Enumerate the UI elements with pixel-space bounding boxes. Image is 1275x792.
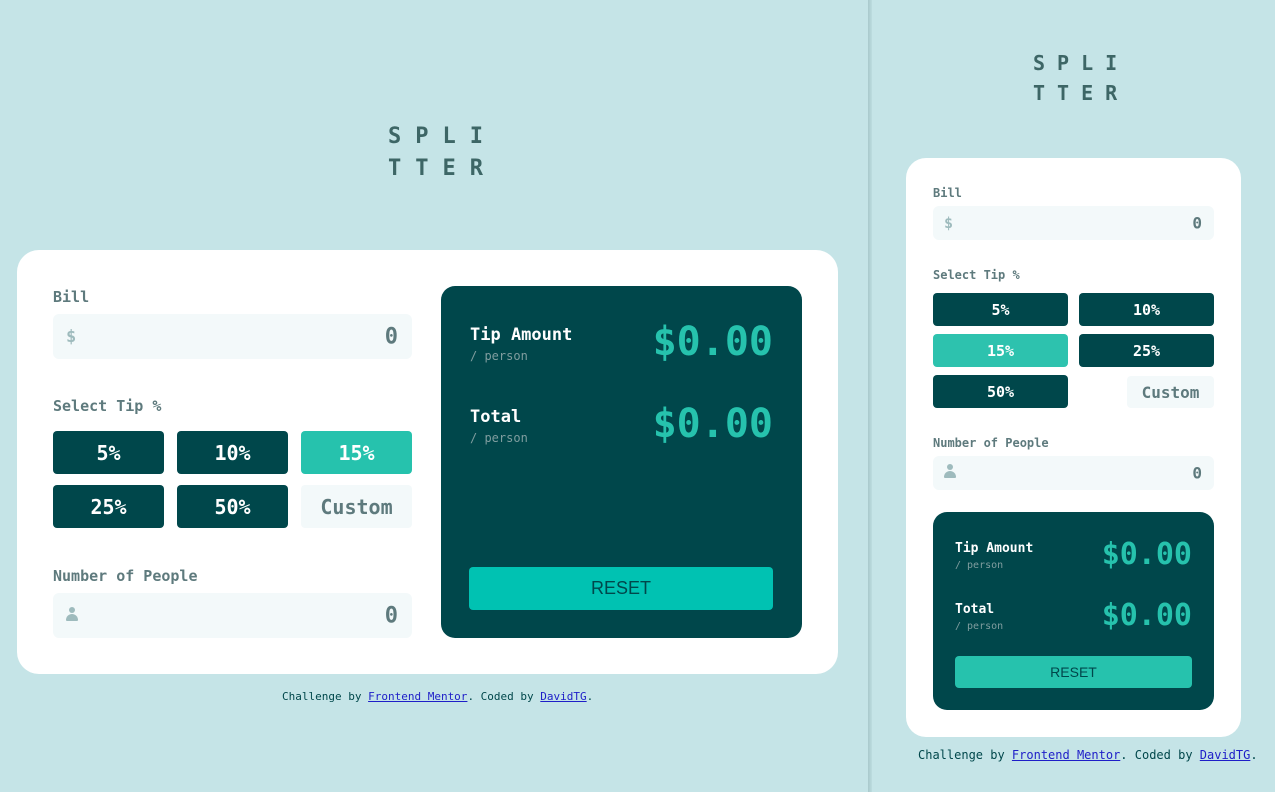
bill-label: Bill <box>933 186 962 200</box>
dollar-icon: $ <box>944 214 954 232</box>
bill-input[interactable]: $ 0 <box>933 206 1214 240</box>
result-panel: Tip Amount / person $0.00 Total / person… <box>441 286 802 638</box>
bill-input[interactable]: $ 0 <box>53 314 412 359</box>
total-sub: / person <box>955 621 1004 632</box>
tip-button-10[interactable]: 10% <box>177 431 288 474</box>
logo-line-2: TTER <box>388 156 497 181</box>
tip-amount-sub: / person <box>955 560 1004 571</box>
bill-label: Bill <box>53 288 90 306</box>
attribution-prefix: Challenge by <box>918 748 1012 762</box>
tip-button-25[interactable]: 25% <box>53 485 164 528</box>
author-link[interactable]: DavidTG <box>540 690 586 703</box>
tip-amount-value: $0.00 <box>1101 537 1192 572</box>
attribution: Challenge by Frontend Mentor. Coded by D… <box>282 690 593 703</box>
people-label: Number of People <box>53 567 198 585</box>
tip-label: Select Tip % <box>933 268 1020 282</box>
mobile-view: SPLI TTER Bill $ 0 Select Tip % 5% 10% 1… <box>872 0 1275 792</box>
tip-button-50[interactable]: 50% <box>933 375 1068 408</box>
tip-amount-value: $0.00 <box>652 319 773 365</box>
people-label: Number of People <box>933 436 1049 450</box>
frontend-mentor-link[interactable]: Frontend Mentor <box>1012 748 1120 762</box>
attribution-middle: . Coded by <box>1120 748 1200 762</box>
author-link[interactable]: DavidTG <box>1200 748 1251 762</box>
reset-button[interactable]: RESET <box>469 567 773 610</box>
logo: SPLI TTER <box>388 126 497 180</box>
people-input[interactable]: 0 <box>53 593 412 638</box>
desktop-view: SPLI TTER Bill $ 0 Select Tip % 5% 10% 1… <box>0 0 868 792</box>
tip-label: Select Tip % <box>53 397 162 415</box>
bill-value: 0 <box>384 324 398 349</box>
custom-tip-input[interactable]: Custom <box>301 485 412 528</box>
tip-amount-label: Tip Amount <box>470 325 573 345</box>
frontend-mentor-link[interactable]: Frontend Mentor <box>368 690 467 703</box>
tip-amount-label: Tip Amount <box>955 541 1034 556</box>
tip-button-25[interactable]: 25% <box>1079 334 1214 367</box>
people-input[interactable]: 0 <box>933 456 1214 490</box>
logo-line-1: SPLI <box>1033 51 1130 75</box>
tip-button-5[interactable]: 5% <box>933 293 1068 326</box>
people-value: 0 <box>384 603 398 628</box>
tip-button-15[interactable]: 15% <box>933 334 1068 367</box>
bill-value: 0 <box>1192 213 1202 233</box>
total-label: Total <box>470 407 522 427</box>
attribution-suffix: . <box>586 690 594 703</box>
person-icon <box>944 464 956 482</box>
logo-line-1: SPLI <box>388 124 497 149</box>
logo: SPLI TTER <box>1033 53 1129 103</box>
total-sub: / person <box>470 431 528 445</box>
attribution-prefix: Challenge by <box>282 690 369 703</box>
total-value: $0.00 <box>652 401 773 447</box>
tip-button-50[interactable]: 50% <box>177 485 288 528</box>
reset-button[interactable]: RESET <box>955 656 1192 688</box>
result-panel: Tip Amount / person $0.00 Total / person… <box>933 512 1214 710</box>
custom-tip-input[interactable]: Custom <box>1127 376 1214 408</box>
attribution: Challenge by Frontend Mentor. Coded by D… <box>918 748 1258 762</box>
tip-button-10[interactable]: 10% <box>1079 293 1214 326</box>
tip-button-5[interactable]: 5% <box>53 431 164 474</box>
tip-amount-sub: / person <box>470 349 528 363</box>
dollar-icon: $ <box>66 326 77 347</box>
attribution-middle: . Coded by <box>467 690 541 703</box>
people-value: 0 <box>1192 463 1202 483</box>
person-icon <box>66 606 78 626</box>
total-label: Total <box>955 602 995 617</box>
logo-line-2: TTER <box>1033 81 1130 105</box>
tip-button-15[interactable]: 15% <box>301 431 412 474</box>
total-value: $0.00 <box>1101 598 1192 633</box>
attribution-suffix: . <box>1250 748 1258 762</box>
